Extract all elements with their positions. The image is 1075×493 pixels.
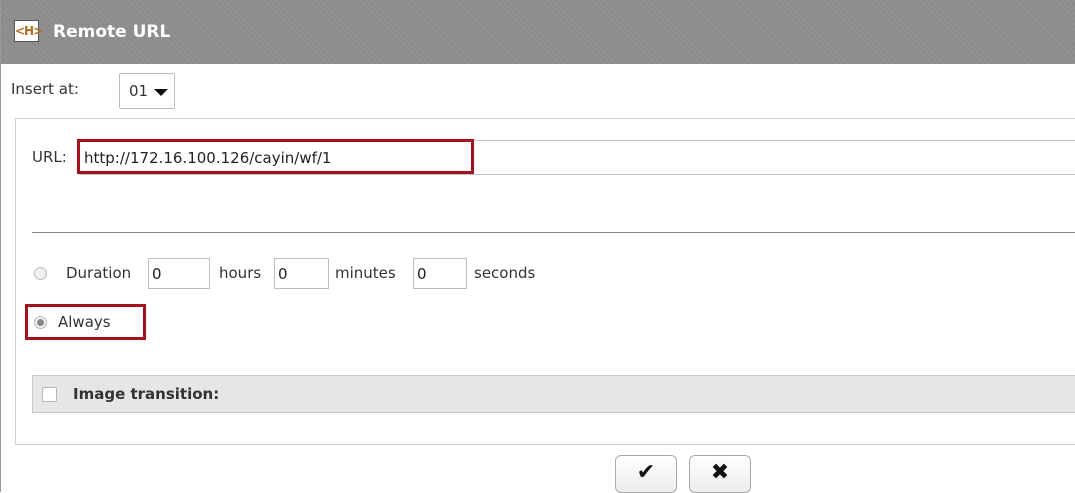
remote-url-dialog: <H> Remote URL Insert at: 01 URL: Durati… [0,0,1075,493]
url-input[interactable] [79,140,1075,175]
confirm-button[interactable]: ✔ [615,455,677,493]
minutes-input[interactable] [274,258,329,289]
hours-label: hours [219,264,262,282]
close-icon: ✖ [710,460,730,485]
insert-at-select[interactable]: 01 [119,73,175,109]
hours-input[interactable] [148,258,210,289]
dialog-titlebar: <H> Remote URL [1,0,1075,64]
checkmark-icon: ✔ [636,460,656,485]
insert-at-row: Insert at: 01 [1,64,1075,118]
cancel-button[interactable]: ✖ [689,455,751,493]
insert-at-value: 01 [129,82,149,100]
caret-down-icon [154,89,168,96]
always-radio[interactable] [34,316,47,329]
duration-radio[interactable] [34,267,47,280]
url-label: URL: [32,148,67,166]
image-transition-label: Image transition: [73,385,220,403]
html-file-icon: <H> [14,20,43,42]
dialog-title: Remote URL [53,22,171,42]
duration-label: Duration [66,264,132,282]
insert-at-label: Insert at: [11,80,79,98]
image-transition-section: Image transition: [32,375,1075,413]
section-divider [32,232,1075,233]
minutes-label: minutes [335,264,396,282]
image-transition-checkbox[interactable] [42,387,57,402]
seconds-label: seconds [474,264,536,282]
seconds-input[interactable] [413,258,467,289]
always-label: Always [58,313,111,331]
